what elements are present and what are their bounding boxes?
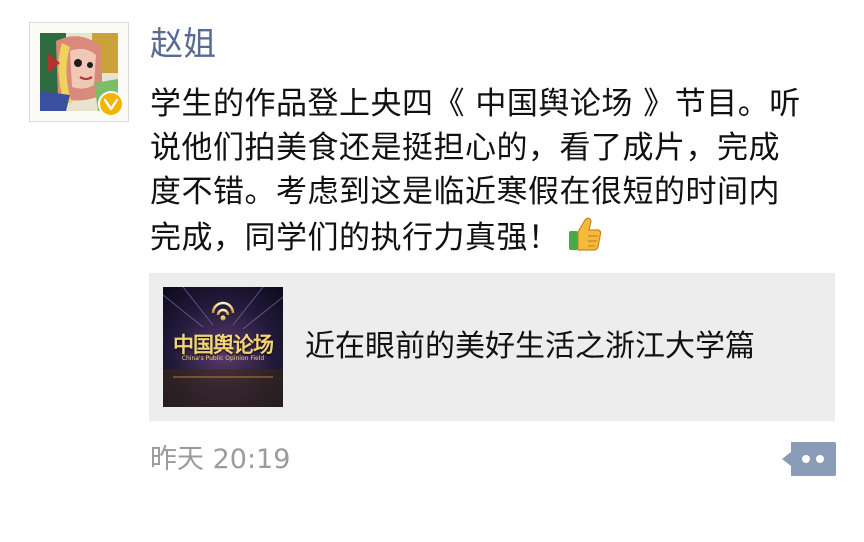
post-text-line-content: 完成，同学们的执行力真强！: [150, 220, 560, 256]
post-text-line: 完成，同学们的执行力真强！: [150, 214, 840, 260]
link-thumbnail: 中国舆论场 China's Public Opinion Field: [163, 287, 283, 407]
comment-like-button[interactable]: [782, 442, 836, 476]
moment-post: 赵姐 学生的作品登上央四《 中国舆论场 》节目。听 说他们拍美食还是挺担心的，看…: [0, 0, 864, 542]
post-timestamp: 昨天 20:19: [150, 444, 291, 475]
post-text: 学生的作品登上央四《 中国舆论场 》节目。听 说他们拍美食还是挺担心的，看了成片…: [150, 82, 840, 260]
post-text-line: 学生的作品登上央四《 中国舆论场 》节目。听: [150, 86, 801, 122]
author-name[interactable]: 赵姐: [150, 20, 216, 68]
shared-link-card[interactable]: 中国舆论场 China's Public Opinion Field 近在眼前的…: [149, 273, 835, 421]
thumbnail-en-text: China's Public Opinion Field: [181, 355, 265, 362]
post-text-line: 度不错。考虑到这是临近寒假在很短的时间内: [150, 174, 780, 210]
verified-badge-icon: [98, 91, 124, 117]
link-title: 近在眼前的美好生活之浙江大学篇: [305, 329, 755, 364]
post-text-line: 说他们拍美食还是挺担心的，看了成片，完成: [150, 130, 780, 166]
avatar[interactable]: [29, 22, 129, 122]
more-dots-icon: [782, 442, 836, 476]
thumbs-up-icon: [564, 214, 604, 254]
